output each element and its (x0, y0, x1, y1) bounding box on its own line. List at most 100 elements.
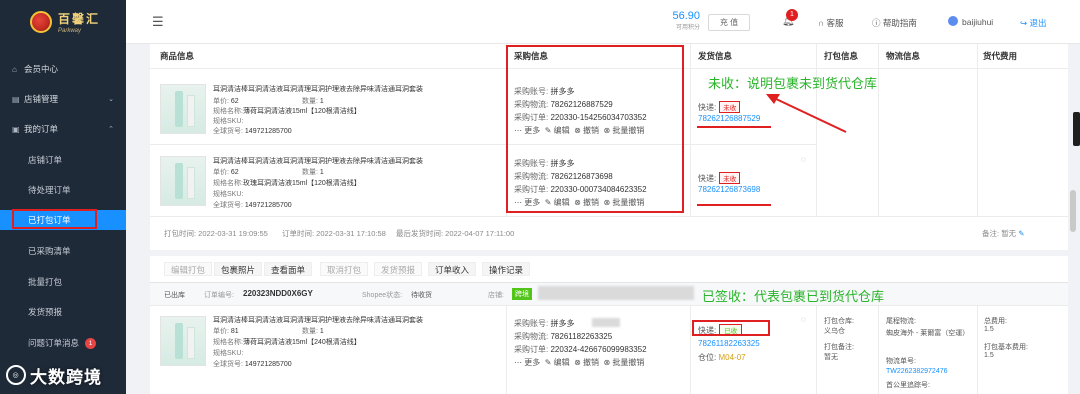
order-number-label: 订单编号: (204, 292, 234, 299)
product-thumbnail[interactable] (160, 156, 206, 206)
scrollbar[interactable] (1070, 190, 1076, 232)
divider (977, 305, 978, 394)
logo[interactable]: 百馨汇 Parkway (0, 0, 126, 44)
product-price: 单价: 81 (213, 328, 239, 335)
sidebar-item-label: 会员中心 (24, 64, 59, 74)
problem-count-badge: 1 (85, 337, 97, 349)
divider (506, 305, 507, 394)
purchase-actions: ⋯ 更多 ✎ 编辑 ⊗ 撤销 ⊗ 批量撤销 (514, 125, 644, 136)
comment-icon[interactable]: ◌ (801, 315, 806, 324)
tab-cancel-pack[interactable]: 取消打包 (320, 262, 369, 276)
sidebar-sub-batch-pack[interactable]: 批量打包 (0, 272, 126, 292)
store-tag: 跨境 (512, 288, 532, 300)
avatar[interactable] (948, 16, 958, 26)
order-number[interactable]: 220323NDD0X6GY (243, 289, 313, 298)
logo-subtitle: Parkway (58, 28, 82, 34)
chevron-up-icon: ⌃ (108, 126, 114, 133)
watermark-text: 大数跨境 (30, 367, 102, 387)
cancel-button[interactable]: ⊗ 撤销 (574, 126, 599, 135)
batch-cancel-button[interactable]: ⊗ 批量撤销 (603, 198, 644, 207)
edit-button[interactable]: ✎ 编辑 (545, 198, 570, 207)
shipping-status: 快递: 未收 (698, 172, 741, 184)
status-badge: 未收 (719, 172, 741, 184)
divider (150, 216, 1068, 217)
top-header: ☰ 56.90 可用积分 充 值 🔔︎ 1 ∩ 客服 ⓘ 帮助指南 baijiu… (126, 0, 1080, 44)
more-button[interactable]: ⋯ 更多 (514, 198, 540, 207)
shopee-status: 待收货 (411, 292, 432, 299)
logout-link[interactable]: ↪ 退出 (1020, 17, 1047, 29)
batch-cancel-button[interactable]: ⊗ 批量撤销 (603, 358, 644, 367)
first-mile-label: 首公里追踪号: (886, 382, 930, 389)
purchase-account: 采购账号: 拼多多 (514, 319, 575, 328)
product-name[interactable]: 耳洞清洁棒耳洞清洁液耳洞清理耳洞护理液去除异味清洁通耳洞套装 (213, 315, 473, 325)
menu-toggle-icon[interactable]: ☰ (152, 14, 164, 30)
side-toolbar[interactable] (1073, 112, 1080, 146)
tracking-link[interactable]: 78261182263325 (698, 339, 760, 348)
tracking-link[interactable]: 78262126873698 (698, 185, 760, 194)
remark: 备注: 暂无 ✎ (982, 229, 1025, 238)
status-highlight-box (692, 320, 770, 336)
product-spec: 规格名称:薄荷耳洞清洁液15ml【120根清洁线】 (213, 108, 361, 115)
purchase-account: 采购账号: 拼多多 (514, 159, 575, 168)
product-global-sku: 全球货号: 149721285700 (213, 128, 292, 135)
status-badge: 未收 (719, 101, 741, 113)
product-sku: 规格SKU: (213, 191, 244, 198)
sidebar-sub-store-orders[interactable]: 店铺订单 (0, 150, 126, 170)
tab-order-income[interactable]: 订单收入 (428, 262, 477, 276)
product-thumbnail[interactable] (160, 84, 206, 134)
divider (878, 44, 879, 216)
logistics-no[interactable]: TW2262382972476 (886, 368, 948, 375)
purchase-logistics: 采购物流: 78262126873698 (514, 172, 613, 181)
purchase-account: 采购账号: 拼多多 (514, 87, 575, 96)
product-thumbnail[interactable] (160, 316, 206, 366)
purchase-logistics: 采购物流: 78261182263325 (514, 332, 613, 341)
edit-button[interactable]: ✎ 编辑 (545, 358, 570, 367)
total-fee: 总费用: 1.5 (984, 318, 1007, 333)
divider (977, 44, 978, 216)
balance-value: 56.90 (672, 10, 700, 22)
blurred-store-name (538, 286, 694, 300)
logo-title: 百馨汇 (58, 12, 101, 26)
username[interactable]: baijiuhui (962, 17, 993, 27)
notification-badge: 1 (786, 9, 798, 21)
sidebar-sub-shipping-forecast[interactable]: 发货预报 (0, 302, 126, 322)
underline-mark (697, 126, 771, 128)
sidebar-sub-problem-messages[interactable]: 问题订单消息 1 (0, 333, 126, 353)
sidebar-sub-packed-orders[interactable]: 已打包订单 (0, 209, 126, 230)
batch-cancel-button[interactable]: ⊗ 批量撤销 (603, 126, 644, 135)
tab-view-label[interactable]: 查看面单 (264, 262, 313, 276)
packed-time: 打包时间: 2022-03-31 19:09:55 (164, 229, 268, 238)
tab-ship-forecast[interactable]: 发货预报 (374, 262, 423, 276)
chevron-down-icon: ⌄ (108, 96, 114, 103)
recharge-button[interactable]: 充 值 (708, 14, 750, 31)
watermark: ◎ 大数跨境 (6, 360, 146, 390)
edit-remark-icon[interactable]: ✎ (1018, 229, 1024, 238)
tab-package-photo[interactable]: 包裹照片 (214, 262, 263, 276)
help-guide-link[interactable]: ⓘ 帮助指南 (872, 17, 917, 29)
cancel-button[interactable]: ⊗ 撤销 (574, 198, 599, 207)
comment-icon[interactable]: ◌ (801, 155, 806, 164)
warehouse-slot: 仓位: M04-07 (698, 353, 746, 362)
col-header-logistics: 物流信息 (886, 51, 921, 61)
product-qty: 数量: 1 (302, 169, 324, 176)
edit-button[interactable]: ✎ 编辑 (545, 126, 570, 135)
sidebar-sub-purchased-list[interactable]: 已采购清单 (0, 241, 126, 261)
cancel-button[interactable]: ⊗ 撤销 (574, 358, 599, 367)
purchase-order: 采购订单: 220324-426676099983352 (514, 345, 647, 354)
sidebar-sub-pending-orders[interactable]: 待处理订单 (0, 180, 126, 200)
tracking-link[interactable]: 78262126887529 (698, 114, 760, 123)
customer-service-link[interactable]: ∩ 客服 (818, 17, 844, 29)
product-name[interactable]: 耳洞清洁棒耳洞清洁液耳洞清理耳洞护理液去除异味清洁通耳洞套装 (213, 156, 473, 166)
logistics-no-label: 物流单号: (886, 358, 916, 365)
sidebar-item-member-center[interactable]: ⌂ 会员中心 (0, 60, 126, 78)
more-button[interactable]: ⋯ 更多 (514, 126, 540, 135)
purchase-actions: ⋯ 更多 ✎ 编辑 ⊗ 撤销 ⊗ 批量撤销 (514, 197, 644, 208)
sidebar-item-store-management[interactable]: ▤ 店铺管理 ⌄ (0, 90, 126, 108)
sidebar-sub-label: 问题订单消息 (28, 338, 80, 348)
more-button[interactable]: ⋯ 更多 (514, 358, 540, 367)
sidebar-sub-label: 待处理订单 (28, 185, 71, 195)
product-name[interactable]: 耳洞清洁棒耳洞清洁液耳洞清理耳洞护理液去除异味清洁通耳洞套装 (213, 84, 473, 94)
sidebar-item-my-orders[interactable]: ▣ 我的订单 ⌃ (0, 120, 126, 138)
tab-edit-pack[interactable]: 编辑打包 (164, 262, 213, 276)
tab-operation-log[interactable]: 操作记录 (482, 262, 531, 276)
